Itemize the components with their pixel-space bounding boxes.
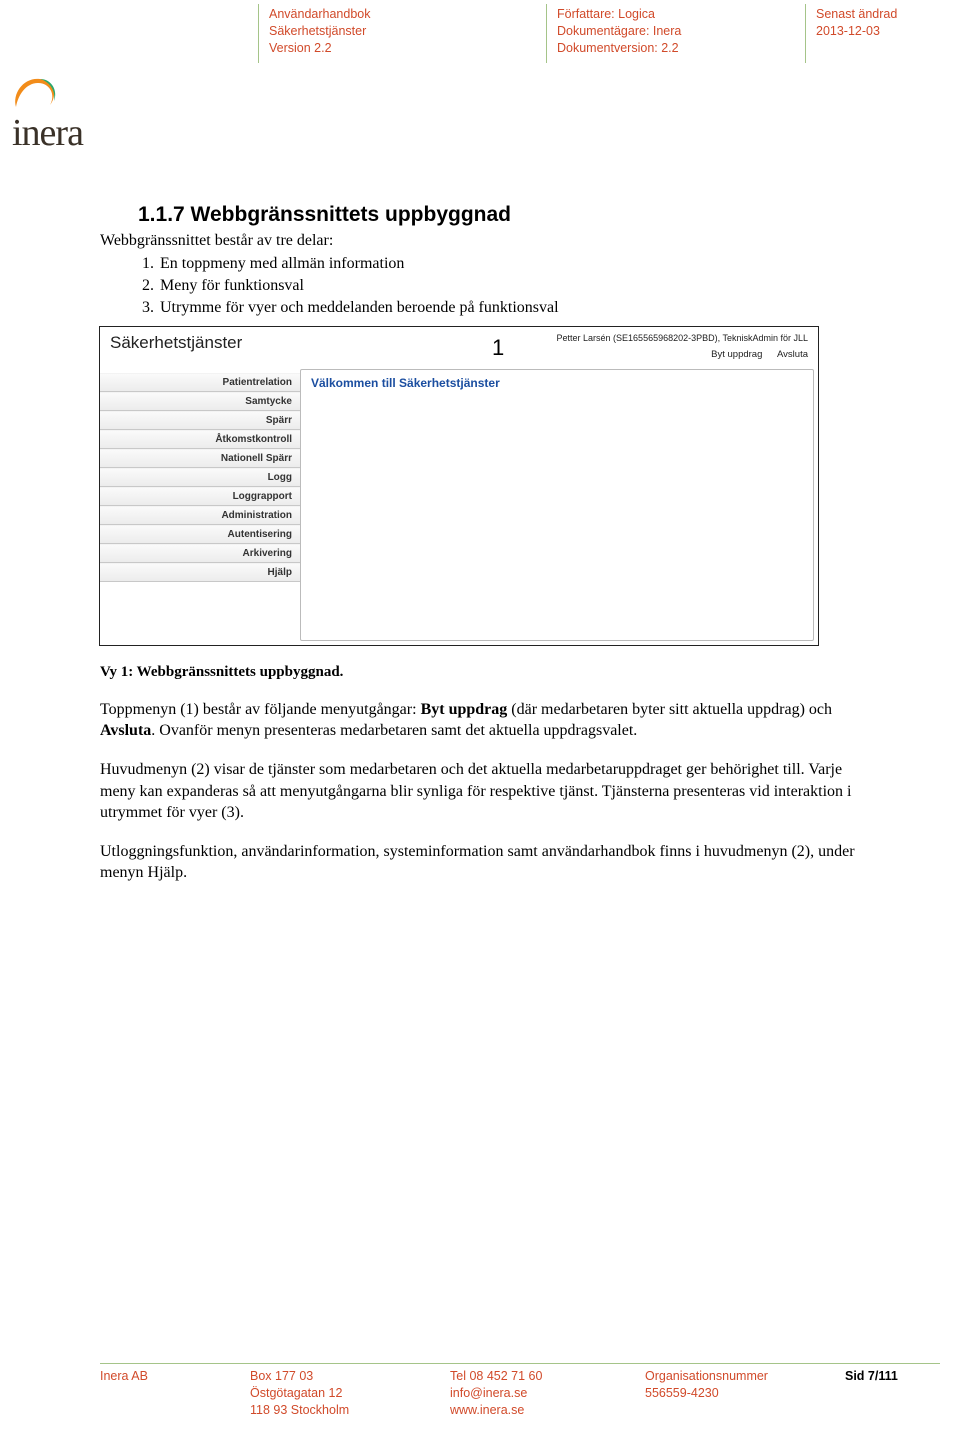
sidebar-item[interactable]: Nationell Spärr bbox=[100, 449, 300, 468]
figure-caption: Vy 1: Webbgränssnittets uppbyggnad. bbox=[100, 664, 860, 681]
para-text: (där medarbetaren byter sitt aktuella up… bbox=[507, 701, 832, 718]
footer-line: info@inera.se bbox=[450, 1385, 625, 1402]
intro-line: Webbgränssnittet består av tre delar: bbox=[100, 231, 860, 252]
header-line: Dokumentversion: 2.2 bbox=[557, 40, 795, 57]
header-line: 2013-12-03 bbox=[816, 23, 950, 40]
footer-address: Box 177 03 Östgötagatan 12 118 93 Stockh… bbox=[250, 1368, 450, 1419]
header-line: Senast ändrad bbox=[816, 6, 950, 23]
sidebar-item[interactable]: Autentisering bbox=[100, 525, 300, 544]
paragraph-2: Huvudmenyn (2) visar de tjänster som med… bbox=[100, 759, 860, 822]
footer-line: 118 93 Stockholm bbox=[250, 1402, 430, 1419]
mock-app-title: Säkerhetstjänster bbox=[110, 333, 242, 353]
intro-list: En toppmeny med allmän information Meny … bbox=[100, 253, 860, 318]
section-heading: 1.1.7 Webbgränssnittets uppbyggnad bbox=[100, 203, 860, 227]
list-item: En toppmeny med allmän information bbox=[158, 253, 860, 275]
footer-page-number: Sid 7/111 bbox=[845, 1368, 940, 1419]
paragraph-3: Utloggningsfunktion, användarinformation… bbox=[100, 841, 860, 883]
footer-orgnr: Organisationsnummer 556559-4230 bbox=[645, 1368, 845, 1419]
footer-line: Organisationsnummer bbox=[645, 1368, 825, 1385]
sidebar-item[interactable]: Administration bbox=[100, 506, 300, 525]
para-bold: Byt uppdrag bbox=[421, 701, 508, 718]
list-item: Meny för funktionsval bbox=[158, 275, 860, 297]
mock-user-line: Petter Larsén (SE165565968202-3PBD), Tek… bbox=[557, 333, 808, 343]
sidebar-item[interactable]: Hjälp bbox=[100, 563, 300, 582]
mock-link-avsluta[interactable]: Avsluta bbox=[777, 349, 808, 360]
footer-line: Östgötagatan 12 bbox=[250, 1385, 430, 1402]
page-footer: Inera AB Box 177 03 Östgötagatan 12 118 … bbox=[100, 1363, 940, 1419]
footer-company: Inera AB bbox=[100, 1368, 250, 1419]
header-line: Författare: Logica bbox=[557, 6, 795, 23]
header-line: Säkerhetstjänster bbox=[269, 23, 536, 40]
header-col-author: Författare: Logica Dokumentägare: Inera … bbox=[546, 4, 805, 63]
header-line: Dokumentägare: Inera bbox=[557, 23, 795, 40]
mock-link-byt-uppdrag[interactable]: Byt uppdrag bbox=[711, 349, 762, 360]
logo-text: inera bbox=[6, 111, 960, 155]
footer-line: www.inera.se bbox=[450, 1402, 625, 1419]
footer-line: Box 177 03 bbox=[250, 1368, 430, 1385]
callout-1: 1 bbox=[492, 335, 504, 361]
para-bold: Avsluta bbox=[100, 722, 151, 739]
header-col-date: Senast ändrad 2013-12-03 bbox=[805, 4, 960, 63]
list-item: Utrymme för vyer och meddelanden beroend… bbox=[158, 297, 860, 319]
paragraph-1: Toppmenyn (1) består av följande menyutg… bbox=[100, 699, 860, 741]
logo: inera bbox=[0, 63, 960, 155]
sidebar-item[interactable]: Logg bbox=[100, 468, 300, 487]
sidebar-item[interactable]: Patientrelation bbox=[100, 373, 300, 392]
mock-main: Patientrelation Samtycke Spärr Åtkomstko… bbox=[100, 367, 818, 645]
page-body: 1.1.7 Webbgränssnittets uppbyggnad Webbg… bbox=[0, 203, 960, 883]
header-col-doc: Användarhandbok Säkerhetstjänster Versio… bbox=[258, 4, 546, 63]
footer-line: Tel 08 452 71 60 bbox=[450, 1368, 625, 1385]
sidebar-item[interactable]: Åtkomstkontroll bbox=[100, 430, 300, 449]
header-line: Version 2.2 bbox=[269, 40, 536, 57]
para-text: Toppmenyn (1) består av följande menyutg… bbox=[100, 701, 421, 718]
sidebar-item[interactable]: Spärr bbox=[100, 411, 300, 430]
logo-swirl-icon bbox=[10, 73, 58, 113]
page-header: Användarhandbok Säkerhetstjänster Versio… bbox=[0, 0, 960, 63]
mock-welcome-heading: Välkommen till Säkerhetstjänster bbox=[311, 376, 803, 390]
sidebar-item[interactable]: Samtycke bbox=[100, 392, 300, 411]
para-text: . Ovanför menyn presenteras medarbetaren… bbox=[151, 722, 637, 739]
footer-contact: Tel 08 452 71 60 info@inera.se www.inera… bbox=[450, 1368, 645, 1419]
mock-content-area: Välkommen till Säkerhetstjänster bbox=[300, 369, 814, 641]
embedded-screenshot: Säkerhetstjänster Petter Larsén (SE16556… bbox=[99, 326, 819, 646]
sidebar-item[interactable]: Loggrapport bbox=[100, 487, 300, 506]
footer-line: 556559-4230 bbox=[645, 1385, 825, 1402]
header-line: Användarhandbok bbox=[269, 6, 536, 23]
sidebar-item[interactable]: Arkivering bbox=[100, 544, 300, 563]
mock-sidebar: Patientrelation Samtycke Spärr Åtkomstko… bbox=[100, 367, 300, 645]
mock-top-links: Byt uppdrag Avsluta bbox=[699, 349, 808, 360]
